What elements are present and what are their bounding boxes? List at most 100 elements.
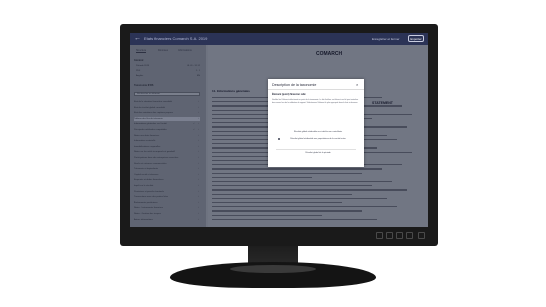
meta-value: 01.01 - 31.12: [187, 65, 200, 67]
sidebar-item[interactable]: Impôt sur le résultat ›: [134, 184, 200, 188]
monitor-controls: [130, 229, 428, 243]
sidebar-item[interactable]: Trésorerie et équivalents ›: [134, 167, 200, 171]
sidebar-item-label: Informations générales sur l'entité: [134, 123, 167, 126]
document-logo: COMARCH: [316, 51, 343, 57]
sidebar-item[interactable]: Notes sur les actifs incorporels et good…: [134, 150, 200, 154]
meta-label: Anglais: [136, 75, 144, 77]
chevron-right-icon: ›: [198, 123, 199, 126]
sidebar-item[interactable]: Notes aux états financiers ›: [134, 134, 200, 138]
sidebar-item[interactable]: Stocks et créances commerciales ›: [134, 162, 200, 166]
back-arrow-icon[interactable]: ←: [134, 35, 141, 43]
sidebar-item-label: Principales méthodes comptables: [134, 129, 167, 131]
sidebar: Structure Données Informations Général P…: [130, 45, 206, 227]
taxonomy-dialog: Description de la taxonomie × Élément (p…: [268, 79, 364, 167]
menu-button-icon[interactable]: [376, 232, 383, 239]
sidebar-item[interactable]: Événements postérieurs ›: [134, 201, 200, 205]
save-and-close-link[interactable]: Enregistrer et fermer: [372, 37, 400, 41]
sidebar-item-label: Participations dans des entreprises asso…: [134, 157, 179, 159]
meta-value: EN: [196, 75, 200, 77]
sidebar-item-label: Transactions avec des parties liées: [134, 196, 169, 199]
stand-highlight: [230, 265, 316, 273]
meta-row: Période 2019 01.01 - 31.12: [136, 65, 202, 69]
sidebar-item[interactable]: Etat des variations des capitaux propres…: [134, 111, 200, 115]
sidebar-item-label: Événements postérieurs: [134, 201, 158, 204]
chevron-right-icon: ›: [198, 162, 199, 165]
chevron-right-icon: ›: [198, 140, 199, 143]
close-icon[interactable]: ×: [356, 82, 358, 87]
sidebar-item-label: Notes aux états financiers: [134, 134, 160, 137]
sidebar-item-label: Trésorerie et équivalents: [134, 168, 158, 171]
sidebar-item[interactable]: Informations générales sur l'entité ✓ ›: [134, 122, 200, 126]
sidebar-item[interactable]: Capital social et réserves ›: [134, 173, 200, 177]
chevron-right-icon: ›: [198, 196, 199, 199]
export-button[interactable]: Exporter: [408, 35, 424, 42]
chevron-right-icon: ›: [198, 157, 199, 159]
power-button-icon[interactable]: [418, 232, 425, 239]
sidebar-item-label: Information sectorielle: [134, 140, 156, 143]
chevron-right-icon: ›: [198, 117, 199, 120]
meta-label: Période 2019: [136, 65, 150, 67]
chevron-right-icon: ›: [198, 207, 199, 210]
right-button-icon[interactable]: [396, 232, 403, 239]
sidebar-item-label: Autres informations: [134, 218, 153, 221]
sidebar-item-label: Etat du résultat global consolidé: [134, 106, 166, 109]
sidebar-item[interactable]: Participations dans des entreprises asso…: [134, 156, 200, 160]
document-subheading: STATEMENT: [372, 101, 393, 105]
meta-row: Anglais EN: [136, 75, 202, 79]
document-text-line: [212, 168, 382, 170]
taxonomy-label: Taxonomie: [134, 84, 148, 87]
title-bar: ← Etats financiers Comarch S.A. 2019 Enr…: [130, 33, 428, 45]
input-button-icon[interactable]: [406, 232, 413, 239]
chevron-right-icon: ›: [198, 134, 199, 137]
sidebar-item-label: Notes sur les actifs incorporels et good…: [134, 151, 175, 154]
application-window: ← Etats financiers Comarch S.A. 2019 Enr…: [130, 33, 428, 227]
checkmark-icon: ✓: [193, 129, 195, 131]
chevron-right-icon: ›: [198, 173, 199, 176]
sidebar-item[interactable]: Emprunts et dettes financières ›: [134, 178, 200, 182]
document-text-line: [212, 181, 392, 183]
sidebar-item-label: Capital social et réserves: [134, 173, 159, 176]
sidebar-item[interactable]: Tableau des flux de trésorerie ›: [134, 116, 200, 121]
meta-value: 1 : 1: [195, 70, 200, 72]
chevron-right-icon: ›: [198, 185, 199, 187]
sidebar-item[interactable]: Etat du résultat global consolidé ›: [134, 106, 200, 110]
document-text-line: [212, 202, 342, 204]
tab-structure[interactable]: Structure: [136, 49, 147, 53]
sidebar-item[interactable]: Notes - Instruments financiers ›: [134, 206, 200, 210]
dialog-field-label: Élément (point) financier relié: [272, 93, 306, 96]
document-text-line: [212, 189, 407, 191]
sidebar-item-label: Stocks et créances commerciales: [134, 162, 167, 165]
chevron-right-icon: ›: [198, 201, 199, 204]
chevron-right-icon: ›: [198, 145, 199, 148]
sidebar-item[interactable]: Principales méthodes comptables ✓ ›: [134, 128, 200, 132]
chevron-right-icon: ›: [198, 151, 199, 154]
left-button-icon[interactable]: [386, 232, 393, 239]
sidebar-item[interactable]: Immobilisations corporelles ›: [134, 145, 200, 149]
sidebar-item[interactable]: Autres informations ›: [134, 218, 200, 222]
sidebar-item[interactable]: Notes - Gestion des risques ›: [134, 212, 200, 216]
taxonomy-option[interactable]: Résultat global de la période: [276, 152, 360, 154]
sidebar-item[interactable]: Information sectorielle ›: [134, 139, 200, 143]
general-section-header[interactable]: Général: [134, 59, 143, 62]
chevron-right-icon: ›: [198, 168, 199, 171]
sidebar-item-label: Immobilisations corporelles: [134, 145, 161, 148]
sidebar-item[interactable]: Transactions avec des parties liées ›: [134, 195, 200, 199]
taxonomy-badge: IFRS: [147, 84, 154, 87]
document-text-line: [212, 197, 387, 200]
tab-data[interactable]: Données: [158, 49, 168, 52]
sidebar-item-label: Notes - Gestion des risques: [134, 213, 161, 215]
chevron-right-icon: ›: [198, 179, 199, 182]
taxonomy-option[interactable]: Résultat global attribuable aux propriét…: [276, 138, 360, 140]
taxonomy-option[interactable]: Résultat global attribuable aux intérêts…: [276, 131, 360, 133]
sidebar-item[interactable]: Etat de la situation financière consolid…: [134, 100, 200, 104]
document-text-line: [212, 193, 352, 195]
chevron-right-icon: ›: [198, 129, 199, 131]
element-search-input[interactable]: Rechercher un élément: [134, 92, 200, 96]
sidebar-item[interactable]: Provisions et passifs éventuels ›: [134, 190, 200, 194]
tab-information[interactable]: Informations: [178, 49, 192, 52]
meta-label: PLN: [136, 70, 141, 72]
app-title: Etats financiers Comarch S.A. 2019: [144, 36, 208, 41]
taxonomy-section-header[interactable]: Taxonomie IFRS: [134, 84, 153, 87]
sidebar-item-label: Etat de la situation financière consolid…: [134, 101, 172, 103]
sidebar-item-label: Provisions et passifs éventuels: [134, 190, 164, 193]
